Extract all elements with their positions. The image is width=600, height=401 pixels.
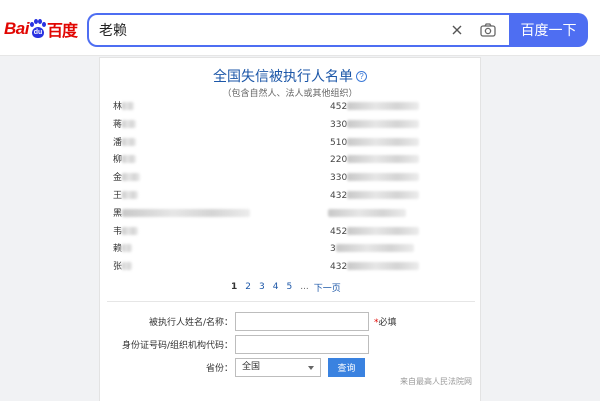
redacted-mask	[347, 102, 420, 110]
list-item[interactable]: 王 432	[113, 188, 453, 206]
search-input[interactable]	[99, 15, 419, 45]
logo-text-du: du	[31, 27, 44, 38]
list-item[interactable]: 韦 452	[113, 224, 453, 242]
next-page-link[interactable]: 下一页	[314, 281, 341, 294]
list-item[interactable]: 林 452	[113, 99, 453, 117]
page-link[interactable]: 2	[245, 282, 251, 292]
query-button[interactable]: 查询	[328, 358, 365, 377]
redacted-mask	[122, 226, 139, 235]
redacted-mask	[122, 244, 133, 253]
chevron-down-icon	[308, 366, 314, 370]
redacted-mask	[328, 208, 406, 217]
list-item[interactable]: 赖 3	[113, 241, 453, 259]
id-number: 330	[330, 173, 348, 184]
card-title[interactable]: 全国失信被执行人名单	[213, 69, 353, 85]
redacted-mask	[347, 137, 420, 146]
page-link[interactable]: 5	[286, 282, 292, 292]
id-field[interactable]	[235, 335, 369, 354]
list-item[interactable]: 张 432	[113, 259, 453, 277]
paw-icon: du	[29, 19, 46, 39]
id-number: 432	[330, 190, 348, 201]
id-label: 身份证号码/组织机构代码：	[121, 341, 233, 351]
person-name: 潘	[113, 137, 123, 148]
redacted-mask	[122, 173, 141, 182]
id-number: 220	[330, 155, 348, 166]
redacted-mask	[347, 226, 420, 235]
person-name: 韦	[113, 226, 123, 237]
person-name: 黑	[113, 208, 123, 219]
redacted-mask	[347, 173, 420, 182]
id-number: 3	[330, 244, 336, 255]
redacted-mask	[347, 190, 420, 199]
logo-text-cn: 百度	[46, 21, 78, 40]
redacted-mask	[122, 155, 137, 164]
redacted-mask	[335, 244, 414, 253]
id-number: 432	[330, 262, 348, 273]
logo-text-bai: Bai	[4, 19, 29, 38]
list-item[interactable]: 金 330	[113, 170, 453, 188]
page-ellipsis: ...	[300, 282, 309, 292]
redacted-mask	[122, 208, 251, 217]
search-button[interactable]: 百度一下	[509, 13, 588, 47]
card-subtitle: （包含自然人、法人或其他组织）	[222, 89, 358, 99]
name-field[interactable]	[235, 312, 369, 331]
help-icon[interactable]: ?	[356, 71, 367, 82]
province-label: 省份：	[205, 364, 233, 374]
province-select[interactable]: 全国	[235, 358, 321, 377]
redacted-mask	[122, 262, 133, 271]
id-number: 330	[330, 119, 348, 130]
camera-icon[interactable]	[479, 21, 497, 39]
redacted-mask	[347, 155, 420, 164]
person-name: 柳	[113, 155, 123, 166]
divider	[107, 301, 475, 302]
result-list: 林 452 蒋 330 潘 510 柳 220 金 330 王 432 黑 韦	[113, 99, 453, 277]
person-name: 蒋	[113, 119, 123, 130]
required-hint: *必填	[374, 315, 397, 328]
pagination: 1 2 3 4 5 ... 下一页	[231, 280, 341, 294]
page-link[interactable]: 3	[259, 282, 265, 292]
redacted-mask	[347, 262, 420, 271]
page-link[interactable]: 4	[273, 282, 279, 292]
page-link-current[interactable]: 1	[231, 282, 237, 292]
clear-icon[interactable]	[449, 22, 465, 38]
id-number: 510	[330, 137, 348, 148]
required-text: 必填	[378, 318, 397, 328]
person-name: 王	[113, 190, 123, 201]
card-title-row: 全国失信被执行人名单?	[100, 66, 480, 86]
redacted-mask	[122, 137, 137, 146]
baidu-logo[interactable]: Bai du 百度	[4, 16, 78, 42]
list-item[interactable]: 蒋 330	[113, 117, 453, 135]
source-note: 来自最高人民法院网	[400, 377, 472, 386]
list-item[interactable]: 柳 220	[113, 152, 453, 170]
province-value: 全国	[242, 362, 261, 372]
list-item[interactable]: 潘 510	[113, 135, 453, 153]
name-label: 被执行人姓名/名称：	[148, 318, 233, 328]
redacted-mask	[122, 102, 135, 110]
redacted-mask	[122, 119, 137, 128]
dishonest-list-card: 全国失信被执行人名单? （包含自然人、法人或其他组织） 林 452 蒋 330 …	[99, 57, 481, 401]
person-name: 张	[113, 262, 123, 273]
id-number: 452	[330, 102, 348, 112]
list-item[interactable]: 黑	[113, 206, 453, 224]
person-name: 金	[113, 173, 123, 184]
person-name: 林	[113, 102, 123, 112]
redacted-mask	[122, 190, 139, 199]
search-header: Bai du 百度 百度一下	[0, 0, 600, 56]
id-number: 452	[330, 226, 348, 237]
redacted-mask	[347, 119, 420, 128]
search-box	[87, 13, 509, 47]
person-name: 赖	[113, 244, 123, 255]
